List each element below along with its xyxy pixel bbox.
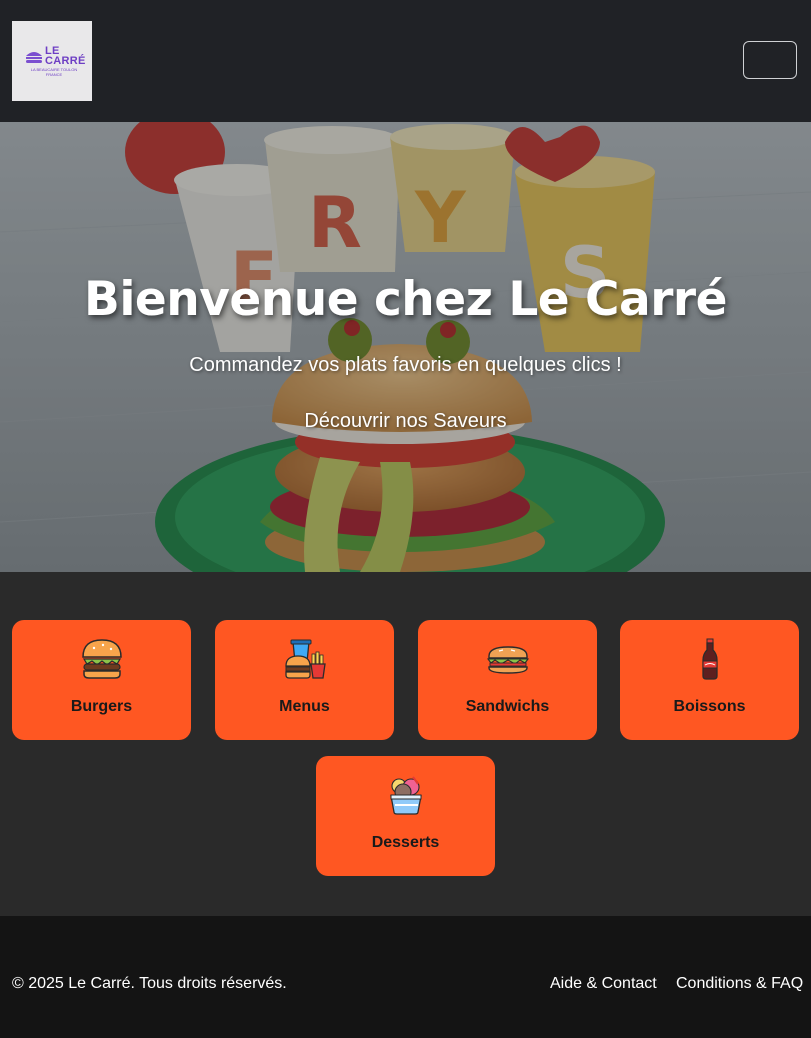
burger-icon (12, 638, 191, 682)
category-card-desserts[interactable]: Desserts (316, 756, 495, 876)
hero-banner: F R Y S Bienvenue chez Le Carré Commande… (0, 122, 811, 572)
sandwich-icon (418, 638, 597, 682)
logo-tagline: LA BEAUCAIRE TOULON FRANCE (30, 67, 78, 77)
menu-combo-icon (215, 638, 394, 682)
category-label: Desserts (371, 834, 440, 851)
menu-toggle-button[interactable] (743, 41, 797, 79)
hero-subtitle: Commandez vos plats favoris en quelques … (189, 354, 622, 376)
category-label: Burgers (70, 698, 133, 715)
category-card-burgers[interactable]: Burgers (12, 620, 191, 740)
site-header: LE CARRÉ LA BEAUCAIRE TOULON FRANCE (0, 0, 811, 122)
hero-overlay (0, 122, 811, 572)
category-label: Boissons (673, 698, 746, 715)
copyright-text: © 2025 Le Carré. Tous droits réservés. (12, 975, 287, 992)
terms-faq-link[interactable]: Conditions & FAQ (676, 975, 803, 993)
discover-flavors-link[interactable]: Découvrir nos Saveurs (0, 410, 811, 433)
categories-section: Burgers Menus Sandwichs Boissons Dessert… (0, 572, 811, 916)
site-footer: © 2025 Le Carré. Tous droits réservés. A… (0, 916, 811, 1038)
category-card-menus[interactable]: Menus (215, 620, 394, 740)
ice-cream-icon (316, 774, 495, 818)
soda-bottle-icon (620, 638, 799, 682)
help-contact-link[interactable]: Aide & Contact (550, 975, 657, 993)
category-card-boissons[interactable]: Boissons (620, 620, 799, 740)
site-logo[interactable]: LE CARRÉ LA BEAUCAIRE TOULON FRANCE (12, 21, 92, 101)
hero-title: Bienvenue chez Le Carré (84, 272, 728, 327)
logo-wordmark: LE CARRÉ (45, 45, 86, 67)
logo-burger-icon (26, 52, 42, 63)
category-label: Sandwichs (465, 698, 550, 715)
category-card-sandwichs[interactable]: Sandwichs (418, 620, 597, 740)
category-label: Menus (279, 698, 330, 715)
